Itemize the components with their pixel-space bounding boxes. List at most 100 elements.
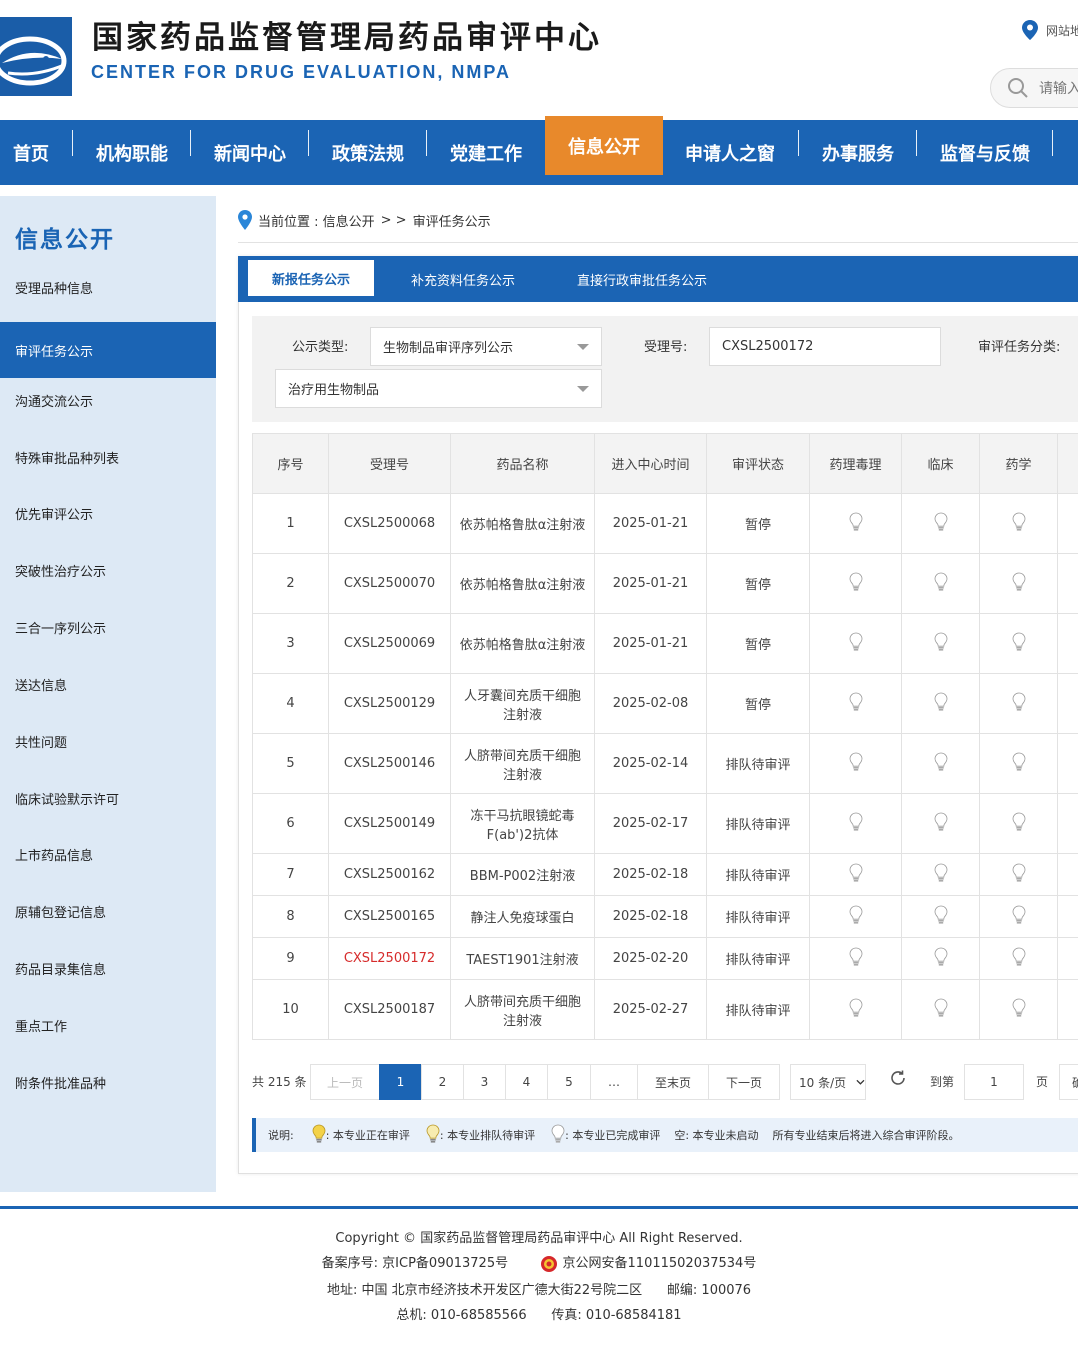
- legend-label: 说明:: [268, 1129, 294, 1142]
- sidebar-item-marketed-drugs[interactable]: 上市药品信息: [0, 826, 216, 882]
- page-button-4[interactable]: 4: [505, 1064, 548, 1100]
- bulb-icon: [934, 812, 948, 836]
- sidebar-item-priority[interactable]: 优先审评公示: [0, 485, 216, 541]
- page-button-2[interactable]: 2: [421, 1064, 464, 1100]
- row-status: 暂停: [706, 673, 810, 734]
- sidebar-item-catalog[interactable]: 药品目录集信息: [0, 940, 216, 996]
- sidebar-item-common-issues[interactable]: 共性问题: [0, 713, 216, 769]
- bulb-icon: [1012, 812, 1026, 836]
- category-select[interactable]: 治疗用生物制品: [275, 369, 602, 408]
- legend-empty: 空: 本专业未启动: [674, 1129, 759, 1142]
- row-pharmacology-cell: [809, 733, 902, 794]
- accept-no-input[interactable]: CXSL2500172: [709, 327, 941, 366]
- row-drug-name: 人脐带间充质干细胞注射液: [450, 979, 595, 1040]
- nav-item-news[interactable]: 新闻中心: [198, 120, 302, 185]
- row-no: 6: [252, 793, 329, 854]
- page-button-3[interactable]: 3: [463, 1064, 506, 1100]
- row-accept-no[interactable]: CXSL2500068: [328, 493, 451, 554]
- row-drug-name: 人牙囊间充质干细胞注射液: [450, 673, 595, 734]
- nav-item-policy[interactable]: 政策法规: [316, 120, 420, 185]
- row-more-cell: [1057, 673, 1078, 734]
- sidebar-item-key-work[interactable]: 重点工作: [0, 997, 216, 1053]
- row-pharmacy-cell: [979, 895, 1058, 938]
- table-row: 5 CXSL2500146 人脐带间充质干细胞注射液 2025-02-14 排队待审评: [252, 733, 1078, 794]
- nav-item-services[interactable]: 办事服务: [806, 120, 910, 185]
- row-accept-no[interactable]: CXSL2500187: [328, 979, 451, 1040]
- row-more-cell: [1057, 733, 1078, 794]
- site-map-link[interactable]: 网站地: [1022, 20, 1078, 40]
- search-placeholder: 请输入: [1039, 81, 1078, 97]
- tab-new-tasks[interactable]: 新报任务公示: [248, 260, 374, 296]
- goto-confirm-button[interactable]: 确: [1059, 1064, 1078, 1100]
- sidebar-item-review-tasks[interactable]: 审评任务公示: [0, 322, 216, 378]
- bulb-icon: [849, 812, 863, 836]
- prev-page-button[interactable]: 上一页: [310, 1064, 380, 1100]
- tab-supplement-tasks[interactable]: 补充资料任务公示: [388, 256, 538, 302]
- nav-divider: [798, 130, 799, 156]
- row-more-cell: [1057, 895, 1078, 938]
- sidebar-item-communication[interactable]: 沟通交流公示: [0, 372, 216, 428]
- search-input[interactable]: 请输入: [990, 68, 1078, 108]
- nav-item-home[interactable]: 首页: [0, 120, 62, 185]
- row-accept-no[interactable]: CXSL2500069: [328, 613, 451, 674]
- row-pharmacy-cell: [979, 853, 1058, 896]
- footer-copyright: Copyright © 国家药品监督管理局药品审评中心 All Right Re…: [335, 1231, 743, 1246]
- page-size-select[interactable]: 10 条/页: [790, 1064, 866, 1100]
- row-accept-no[interactable]: CXSL2500070: [328, 553, 451, 614]
- row-accept-no[interactable]: CXSL2500129: [328, 673, 451, 734]
- col-header-enter-date: 进入中心时间: [594, 433, 707, 494]
- sidebar-item-three-in-one[interactable]: 三合一序列公示: [0, 599, 216, 655]
- row-pharmacy-cell: [979, 979, 1058, 1040]
- nav-item-supervision[interactable]: 监督与反馈: [924, 120, 1046, 185]
- nav-item-party[interactable]: 党建工作: [434, 120, 538, 185]
- sidebar-item-conditional[interactable]: 附条件批准品种: [0, 1054, 216, 1110]
- page-button-1[interactable]: 1: [379, 1064, 422, 1100]
- footer-police[interactable]: 京公网安备11011502037534号: [563, 1256, 757, 1271]
- sidebar-item-breakthrough[interactable]: 突破性治疗公示: [0, 542, 216, 598]
- row-drug-name: TAEST1901注射液: [450, 937, 595, 980]
- next-page-button[interactable]: 下一页: [708, 1064, 780, 1100]
- location-pin-icon: [1022, 20, 1038, 40]
- sidebar-item-clinical-trial[interactable]: 临床试验默示许可: [0, 770, 216, 826]
- refresh-icon[interactable]: [889, 1069, 907, 1087]
- nav-divider: [190, 130, 191, 156]
- nav-item-applicant[interactable]: 申请人之窗: [670, 120, 790, 185]
- cde-logo[interactable]: [0, 17, 72, 96]
- sidebar-item-delivery[interactable]: 送达信息: [0, 656, 216, 712]
- type-select-value: 生物制品审评序列公示: [383, 341, 514, 356]
- row-accept-no[interactable]: CXSL2500165: [328, 895, 451, 938]
- footer-phone: 总机: 010-68585566 传真: 010-68584181: [396, 1308, 682, 1323]
- legend-note: 所有专业结束后将进入综合审评阶段。: [772, 1129, 960, 1142]
- row-more-cell: [1057, 793, 1078, 854]
- tab-direct-approval-tasks[interactable]: 直接行政审批任务公示: [554, 256, 730, 302]
- bulb-icon: [934, 632, 948, 656]
- goto-page-input[interactable]: 1: [964, 1064, 1024, 1100]
- row-status: 排队待审评: [706, 937, 810, 980]
- row-accept-no[interactable]: CXSL2500146: [328, 733, 451, 794]
- row-more-cell: [1057, 553, 1078, 614]
- col-header-pharmacy: 药学: [979, 433, 1058, 494]
- sidebar-item-excipients[interactable]: 原辅包登记信息: [0, 883, 216, 939]
- row-enter-date: 2025-02-14: [594, 733, 707, 794]
- breadcrumb-prefix[interactable]: 当前位置 : 信息公开: [258, 211, 375, 230]
- row-drug-name: 静注人免疫球蛋白: [450, 895, 595, 938]
- bulb-icon: [1012, 905, 1026, 929]
- table-row: 8 CXSL2500165 静注人免疫球蛋白 2025-02-18 排队待审评: [252, 895, 1078, 938]
- row-clinical-cell: [901, 895, 980, 938]
- footer-icp[interactable]: 备案序号: 京ICP备09013725号: [322, 1256, 508, 1271]
- sidebar-item-accepted[interactable]: 受理品种信息: [0, 259, 216, 315]
- sidebar-item-special-approval[interactable]: 特殊审批品种列表: [0, 429, 216, 485]
- page-button-5[interactable]: 5: [547, 1064, 591, 1100]
- row-accept-no[interactable]: CXSL2500149: [328, 793, 451, 854]
- col-header-pharmacology: 药理毒理: [809, 433, 902, 494]
- last-page-button[interactable]: 至末页: [637, 1064, 709, 1100]
- nav-item-functions[interactable]: 机构职能: [80, 120, 184, 185]
- row-enter-date: 2025-02-08: [594, 673, 707, 734]
- breadcrumb: 当前位置 : 信息公开 > > 审评任务公示: [238, 208, 491, 232]
- nav-divider: [426, 130, 427, 156]
- row-accept-no[interactable]: CXSL2500172: [328, 937, 451, 980]
- nav-item-info-public[interactable]: 信息公开: [545, 116, 663, 175]
- row-accept-no[interactable]: CXSL2500162: [328, 853, 451, 896]
- bulb-icon: [1012, 998, 1026, 1022]
- type-select[interactable]: 生物制品审评序列公示: [370, 327, 602, 366]
